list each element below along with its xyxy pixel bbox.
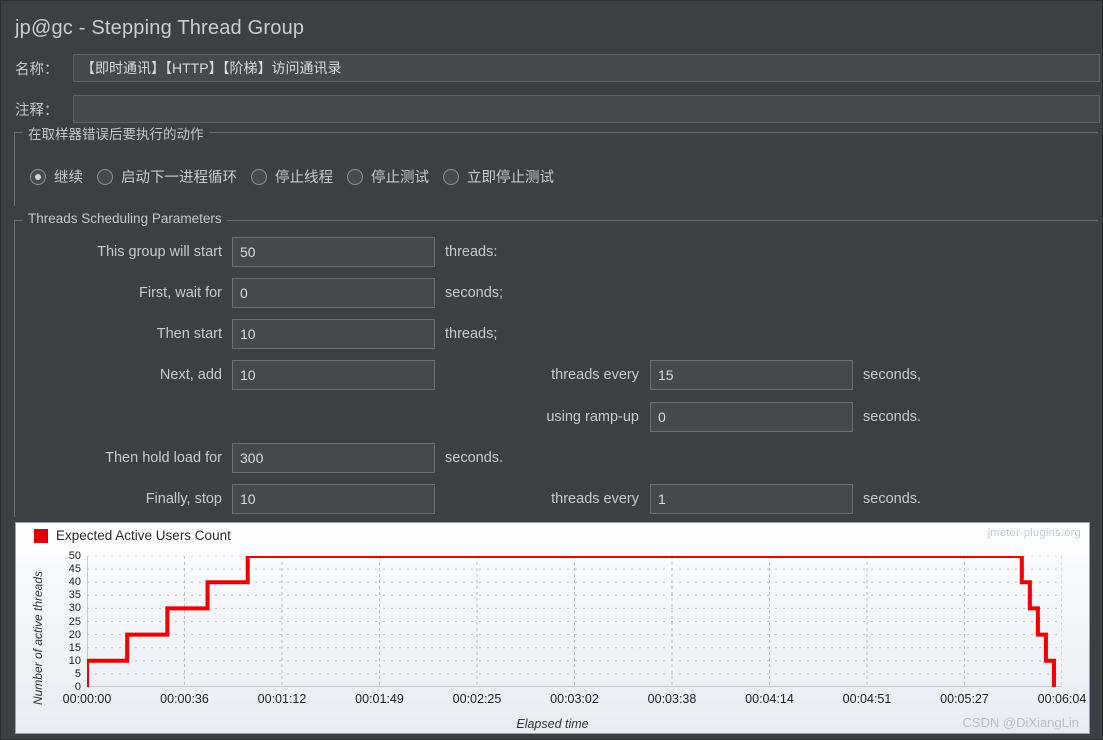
chart-plot-area: 50 45 40 35 30 25 20 15 10 5 0 00:00:00 00:00:36 00:0… bbox=[63, 550, 1087, 706]
row-unit: seconds, bbox=[863, 367, 922, 383]
chart-x-tick: 00:02:25 bbox=[452, 692, 502, 706]
initial-delay-input[interactable] bbox=[232, 278, 435, 308]
radio-mark-icon bbox=[97, 168, 113, 185]
stepping-thread-group-panel: jp@gc - Stepping Thread Group 名称： 注释： 在取… bbox=[0, 0, 1103, 740]
chart-y-tick: 15 bbox=[68, 641, 81, 654]
radio-label: 继续 bbox=[54, 170, 83, 186]
error-action-radio-group: 继续 启动下一进程循环 停止线程 停止测试 立即停止测试 bbox=[30, 166, 568, 187]
radio-stop-thread[interactable]: 停止线程 bbox=[251, 166, 333, 187]
hold-load-input[interactable] bbox=[232, 443, 435, 473]
chart-x-tick: 00:03:38 bbox=[647, 692, 697, 706]
increment-threads-input[interactable] bbox=[232, 360, 435, 390]
row-unit: seconds. bbox=[445, 450, 504, 466]
start-threads-input[interactable] bbox=[232, 319, 435, 349]
name-input[interactable] bbox=[73, 54, 1100, 82]
chart-x-tick: 00:00:36 bbox=[160, 692, 209, 706]
chart-y-tick: 20 bbox=[68, 628, 81, 641]
expected-active-users-chart: Expected Active Users Count jmeter-plugi… bbox=[15, 522, 1090, 734]
radio-start-next-loop[interactable]: 启动下一进程循环 bbox=[97, 166, 237, 187]
row-mid-label: using ramp-up bbox=[546, 409, 639, 425]
name-row: 名称： bbox=[15, 54, 1100, 82]
legend-color-swatch-icon bbox=[34, 529, 48, 543]
ramp-up-input[interactable] bbox=[650, 402, 853, 432]
row-unit: seconds. bbox=[863, 409, 922, 425]
radio-label: 停止测试 bbox=[371, 170, 429, 186]
name-label: 名称： bbox=[15, 61, 59, 78]
error-action-groupbox: 在取样器错误后要执行的动作 继续 启动下一进程循环 停止线程 停止测试 立即停止… bbox=[14, 123, 1098, 206]
increment-interval-input[interactable] bbox=[650, 360, 853, 390]
chart-y-tick: 35 bbox=[68, 589, 81, 602]
chart-x-tick: 00:05:27 bbox=[940, 692, 989, 706]
chart-x-tick: 00:06:04 bbox=[1037, 692, 1087, 706]
chart-x-tick: 00:01:49 bbox=[355, 692, 404, 706]
radio-mark-icon bbox=[347, 168, 363, 185]
chart-y-axis-label: Number of active threads bbox=[31, 570, 45, 706]
chart-y-tick: 10 bbox=[68, 654, 81, 667]
comment-label: 注释： bbox=[15, 102, 59, 119]
chart-y-tick: 40 bbox=[68, 576, 81, 589]
row-next-add: Next, add threads every seconds, bbox=[15, 360, 1098, 390]
radio-label: 停止线程 bbox=[275, 170, 333, 186]
row-unit: threads: bbox=[445, 244, 498, 260]
threads-scheduling-legend: Threads Scheduling Parameters bbox=[23, 211, 227, 226]
chart-y-tick: 50 bbox=[68, 550, 81, 562]
chart-legend-label: Expected Active Users Count bbox=[56, 528, 231, 543]
row-then-hold-load-for: Then hold load for seconds. bbox=[15, 443, 1098, 473]
chart-x-axis-label: Elapsed time bbox=[516, 717, 589, 731]
row-then-start: Then start threads; bbox=[15, 319, 1098, 349]
chart-y-tick: 45 bbox=[68, 563, 81, 576]
shutdown-threads-input[interactable] bbox=[232, 484, 435, 514]
chart-y-tick: 5 bbox=[74, 667, 81, 680]
row-unit: seconds. bbox=[863, 491, 922, 507]
comment-row: 注释： bbox=[15, 95, 1100, 123]
radio-mark-icon bbox=[443, 168, 459, 185]
radio-mark-icon bbox=[30, 168, 46, 185]
radio-stop-test[interactable]: 停止测试 bbox=[347, 166, 429, 187]
threads-scheduling-groupbox: Threads Scheduling Parameters This group… bbox=[14, 211, 1098, 517]
chart-y-tick: 30 bbox=[68, 602, 81, 615]
radio-mark-icon bbox=[251, 168, 267, 185]
row-label: This group will start bbox=[97, 244, 222, 260]
row-label: First, wait for bbox=[139, 285, 222, 301]
page-title: jp@gc - Stepping Thread Group bbox=[15, 17, 305, 39]
chart-svg bbox=[87, 556, 1063, 688]
row-mid-label: threads every bbox=[551, 367, 639, 383]
row-label: Next, add bbox=[159, 367, 222, 383]
row-unit: seconds; bbox=[445, 285, 504, 301]
shutdown-interval-input[interactable] bbox=[650, 484, 853, 514]
row-this-group-will-start: This group will start threads: bbox=[15, 237, 1098, 267]
chart-x-tick: 00:01:12 bbox=[257, 692, 307, 706]
error-action-legend: 在取样器错误后要执行的动作 bbox=[23, 123, 209, 143]
row-first-wait-for: First, wait for seconds; bbox=[15, 278, 1098, 308]
radio-label: 立即停止测试 bbox=[467, 170, 554, 186]
chart-x-tick: 00:04:14 bbox=[745, 692, 794, 706]
row-label: Finally, stop bbox=[145, 491, 222, 507]
comment-input[interactable] bbox=[73, 95, 1100, 123]
row-using-ramp-up: using ramp-up seconds. bbox=[15, 402, 1098, 432]
chart-y-tick: 25 bbox=[68, 615, 81, 628]
threads-total-input[interactable] bbox=[232, 237, 435, 267]
row-label: Then hold load for bbox=[105, 450, 222, 466]
chart-canvas: Expected Active Users Count jmeter-plugi… bbox=[16, 523, 1089, 733]
radio-continue[interactable]: 继续 bbox=[30, 166, 83, 187]
row-mid-label: threads every bbox=[551, 491, 639, 507]
radio-label: 启动下一进程循环 bbox=[121, 170, 237, 186]
row-label: Then start bbox=[156, 326, 222, 342]
chart-x-tick: 00:04:51 bbox=[842, 692, 892, 706]
row-finally-stop: Finally, stop threads every seconds. bbox=[15, 484, 1098, 514]
chart-x-tick: 00:00:00 bbox=[62, 692, 112, 706]
chart-x-tick: 00:03:02 bbox=[550, 692, 599, 706]
row-unit: threads; bbox=[445, 326, 498, 342]
radio-stop-test-now[interactable]: 立即停止测试 bbox=[443, 166, 554, 187]
chart-watermark: jmeter-plugins.org bbox=[987, 527, 1081, 539]
